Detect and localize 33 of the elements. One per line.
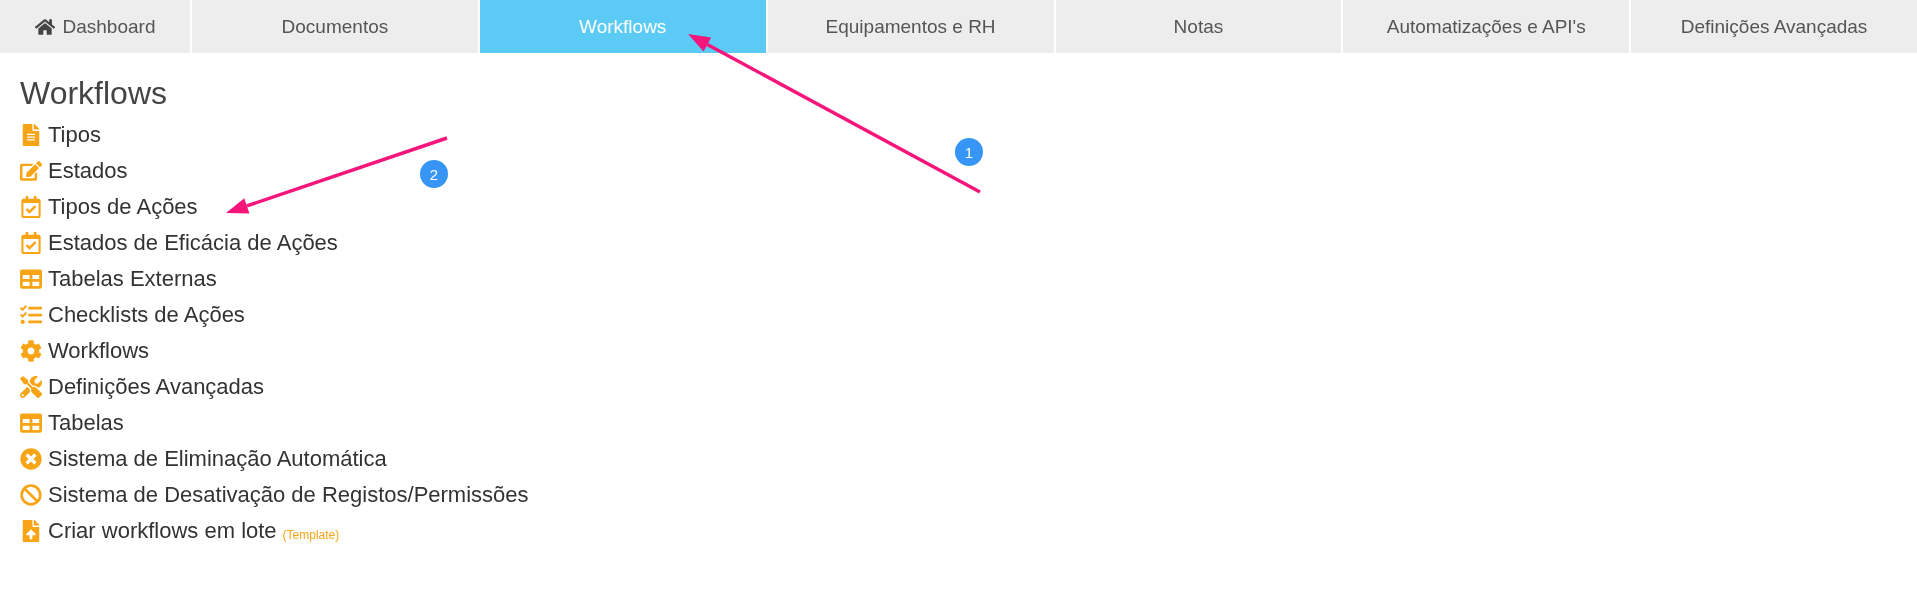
menu-link[interactable]: Criar workflows em lote: [48, 518, 277, 544]
nav-tab[interactable]: Automatizações e API's: [1343, 0, 1630, 53]
settings-icon: [20, 340, 42, 362]
nav-tab[interactable]: Definições Avançadas: [1631, 0, 1917, 53]
menu-link[interactable]: Workflows: [48, 338, 150, 364]
nav-tab[interactable]: Documentos: [192, 0, 478, 53]
menu-link[interactable]: Checklists de Ações: [48, 302, 245, 328]
menu-link[interactable]: Sistema de Desativação de Registos/Permissões: [48, 482, 529, 508]
menu-link[interactable]: Tipos: [48, 122, 101, 148]
menu-link[interactable]: Tabelas: [48, 410, 124, 436]
home-icon: [34, 16, 55, 37]
calendar-check-icon: [20, 232, 42, 254]
menu-link[interactable]: Tipos de Ações: [48, 194, 198, 220]
ban-icon: [20, 484, 42, 506]
menu-link[interactable]: Sistema de Eliminação Automática: [48, 446, 387, 472]
tools-icon: [20, 376, 42, 398]
menu-link[interactable]: Definições Avançadas: [48, 374, 265, 400]
document-icon: [20, 124, 42, 146]
step-badge: 1: [955, 138, 983, 166]
nav-tab[interactable]: Notas: [1055, 0, 1342, 53]
calendar-check-icon: [20, 196, 42, 218]
page-title: Workflows: [20, 75, 167, 112]
checklist-icon: [20, 304, 42, 326]
table-icon: [20, 412, 42, 434]
menu-link[interactable]: Estados: [48, 158, 128, 184]
nav-tab[interactable]: Dashboard: [0, 0, 190, 53]
nav-tab[interactable]: Equipamentos e RH: [767, 0, 1054, 53]
menu-link[interactable]: Estados de Eficácia de Ações: [48, 230, 338, 256]
edit-icon: [20, 160, 42, 182]
menu-link[interactable]: Tabelas Externas: [48, 266, 217, 292]
step-badge: 2: [420, 160, 448, 188]
table-icon: [20, 268, 42, 290]
file-upload-icon: [20, 520, 42, 542]
